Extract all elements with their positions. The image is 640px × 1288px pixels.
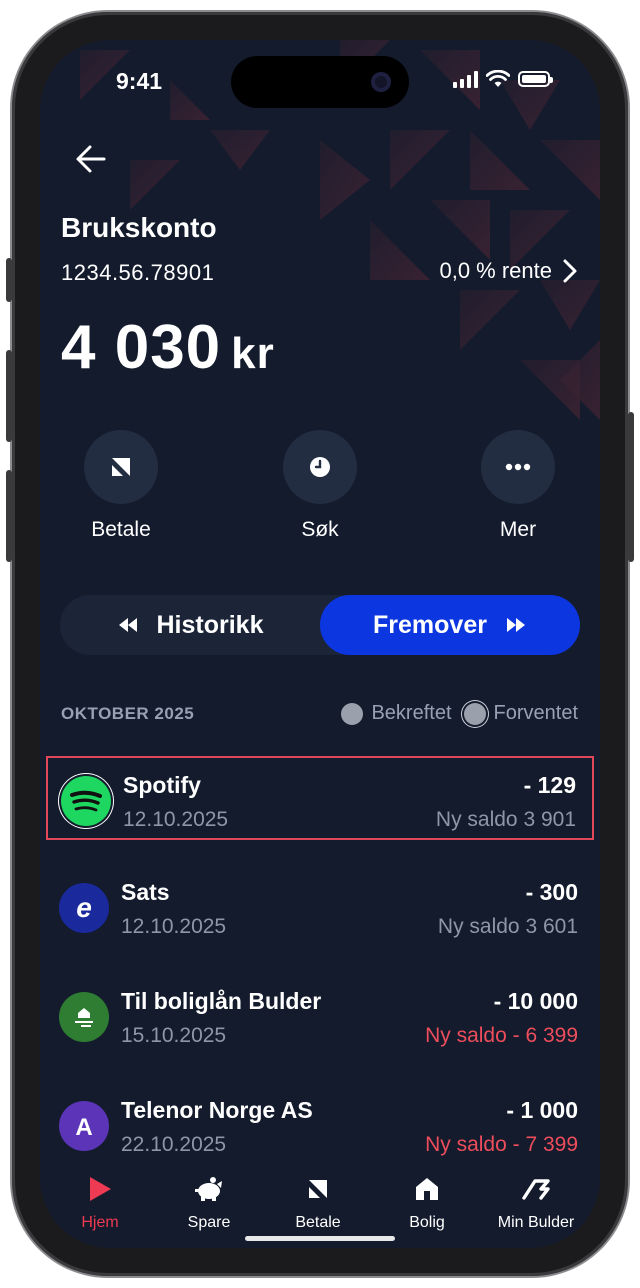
tab-min-bulder-label: Min Bulder (497, 1214, 575, 1231)
action-button (6, 258, 12, 302)
bulder-house-logo-icon (59, 992, 109, 1042)
tab-save[interactable]: Spare (153, 1174, 265, 1232)
transaction-row-spotify[interactable]: Spotify 12.10.2025 - 129 Ny saldo 3 901 (46, 756, 594, 840)
clock-icon (310, 457, 330, 477)
power-button (628, 412, 634, 562)
pay-arrow-icon (112, 458, 130, 476)
pay-arrow-icon (309, 1180, 327, 1198)
interest-rate-label: 0,0 % rente (439, 258, 552, 283)
transaction-date: 12.10.2025 (121, 915, 227, 938)
transaction-date: 15.10.2025 (121, 1024, 227, 1047)
tab-home[interactable]: Hjem (44, 1174, 156, 1232)
transaction-row-boliglan[interactable]: Til boliglån Bulder 15.10.2025 - 10 000 … (46, 974, 594, 1058)
tab-home-loan-label: Bolig (409, 1214, 445, 1231)
tab-home-loan[interactable]: Bolig (371, 1174, 483, 1232)
search-action-label: Søk (301, 518, 339, 541)
transaction-amount: - 300 (525, 879, 578, 905)
month-heading: OKTOBER 2025 (61, 703, 195, 723)
play-icon (90, 1177, 111, 1201)
list-header: OKTOBER 2025 Bekreftet Forventet (61, 702, 578, 725)
tab-home-label: Hjem (81, 1214, 119, 1231)
svg-text:A: A (75, 1114, 92, 1140)
chevron-right-icon (563, 259, 577, 283)
status-time: 9:41 (116, 68, 163, 94)
expected-dot-icon (463, 702, 486, 725)
more-action-button[interactable]: Mer (458, 430, 578, 542)
transaction-new-balance: Ny saldo 3 601 (437, 915, 578, 938)
transaction-row-telenor[interactable]: A Telenor Norge AS 22.10.2025 - 1 000 Ny… (46, 1083, 594, 1167)
balance-amount: 4 030 (61, 313, 222, 382)
history-upcoming-toggle: Historikk Fremover (60, 595, 580, 655)
status-legend: Bekreftet Forventet (341, 702, 578, 725)
pay-action-circle (84, 430, 158, 504)
home-indicator (245, 1236, 395, 1241)
search-action-button[interactable]: Søk (260, 430, 380, 542)
fast-forward-icon (506, 618, 525, 632)
account-name: Brukskonto (61, 212, 217, 243)
pay-action-button[interactable]: Betale (61, 430, 181, 542)
legend-confirmed: Bekreftet (341, 702, 452, 725)
volume-down-button (6, 470, 12, 562)
app-screen: 9:41 Brukskonto 1234.56.78901 0,0 % rent… (40, 40, 600, 1248)
tab-history-label: Historikk (156, 610, 264, 639)
transaction-name: Telenor Norge AS (121, 1097, 313, 1123)
transaction-name: Spotify (123, 772, 201, 798)
account-balance: 4 030 kr (61, 312, 275, 383)
tab-history[interactable]: Historikk (60, 595, 320, 655)
rewind-icon (118, 618, 137, 632)
transaction-amount: - 10 000 (493, 988, 578, 1014)
transaction-name: Sats (121, 879, 170, 905)
transaction-name: Til boliglån Bulder (121, 988, 322, 1014)
back-arrow-icon[interactable] (74, 142, 108, 176)
transaction-new-balance: Ny saldo 3 901 (435, 808, 576, 831)
tab-upcoming[interactable]: Fremover (320, 595, 580, 655)
more-action-circle (481, 430, 555, 504)
bulder-logo-icon (522, 1179, 550, 1200)
more-dots-icon (505, 463, 531, 471)
tab-pay-label: Betale (295, 1214, 341, 1231)
tab-min-bulder[interactable]: Min Bulder (480, 1174, 592, 1232)
house-icon (416, 1178, 438, 1200)
balance-unit: kr (231, 329, 275, 378)
transaction-new-balance: Ny saldo - 7 399 (425, 1133, 578, 1156)
spotify-logo-icon (61, 776, 111, 826)
transaction-date: 12.10.2025 (123, 808, 229, 831)
battery-icon (518, 71, 553, 87)
transaction-date: 22.10.2025 (121, 1133, 227, 1156)
status-icons (453, 70, 553, 88)
dynamic-island (231, 56, 409, 108)
letter-a-logo-icon: A (59, 1101, 109, 1151)
search-action-circle (283, 430, 357, 504)
more-action-label: Mer (499, 518, 537, 541)
pay-action-label: Betale (91, 518, 151, 541)
legend-confirmed-label: Bekreftet (371, 702, 452, 724)
legend-expected: Forventet (463, 702, 578, 725)
sats-logo-icon: e (59, 883, 109, 933)
cellular-signal-icon (453, 70, 478, 88)
volume-up-button (6, 350, 12, 442)
transaction-row-sats[interactable]: e Sats 12.10.2025 - 300 Ny saldo 3 601 (46, 865, 594, 949)
transaction-amount: - 1 000 (506, 1097, 578, 1123)
confirmed-dot-icon (341, 702, 364, 725)
transaction-new-balance: Ny saldo - 6 399 (425, 1024, 578, 1047)
tab-save-label: Spare (187, 1214, 231, 1231)
piggy-bank-icon (195, 1177, 222, 1201)
tab-pay[interactable]: Betale (262, 1174, 374, 1232)
interest-rate-link[interactable]: 0,0 % rente (439, 258, 578, 284)
wifi-icon (486, 70, 510, 87)
svg-text:e: e (76, 893, 92, 923)
transaction-amount: - 129 (523, 772, 576, 798)
camera-icon (371, 72, 391, 92)
legend-expected-label: Forventet (493, 702, 578, 724)
tab-upcoming-label: Fremover (373, 610, 487, 639)
account-number: 1234.56.78901 (61, 260, 215, 285)
